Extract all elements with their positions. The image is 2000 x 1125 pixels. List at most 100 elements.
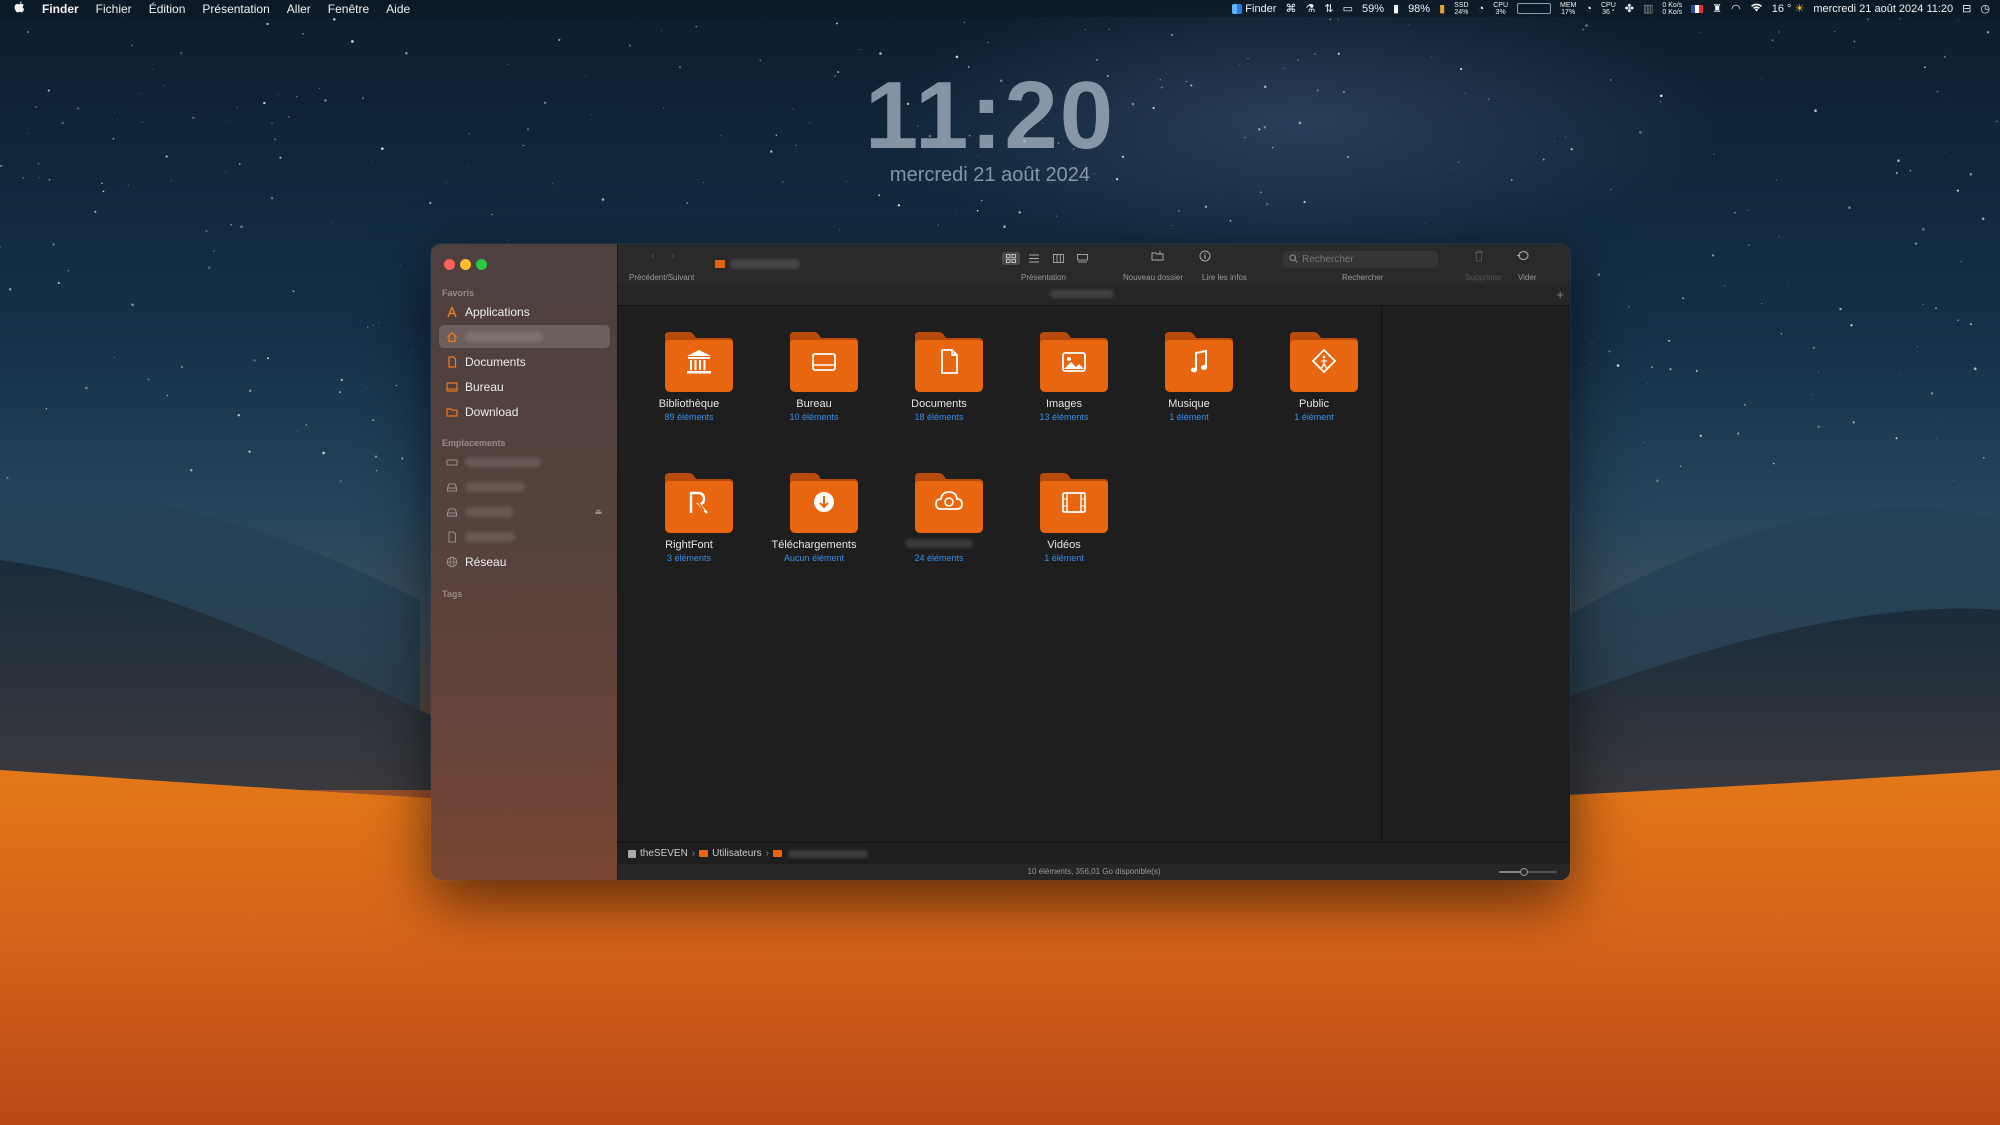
folder-item[interactable]: Images 13 éléments xyxy=(1004,330,1124,440)
users-folder-icon xyxy=(699,850,709,857)
trash-icon[interactable] xyxy=(1474,250,1484,265)
active-app-indicator[interactable]: Finder xyxy=(1232,3,1276,15)
menu-view[interactable]: Présentation xyxy=(202,2,269,16)
gallery-view-button[interactable] xyxy=(1073,252,1091,265)
mouse-battery-icon: ▮ xyxy=(1393,3,1400,15)
flask-icon[interactable]: ⚗ xyxy=(1305,2,1315,15)
folder-name: Images xyxy=(1045,398,1083,410)
desktop-icon xyxy=(790,332,858,392)
menu-help[interactable]: Aide xyxy=(386,2,410,16)
info-icon[interactable] xyxy=(1199,250,1211,265)
minimize-button[interactable] xyxy=(460,259,471,270)
download-icon xyxy=(790,473,858,533)
sidebar-item-home[interactable] xyxy=(439,325,610,348)
redacted-path-user[interactable] xyxy=(787,849,868,858)
transfer-icon[interactable]: ⇅ xyxy=(1324,2,1333,15)
search-field[interactable]: Rechercher xyxy=(1283,251,1438,268)
menu-file[interactable]: Fichier xyxy=(96,2,132,16)
forward-icon[interactable]: › xyxy=(671,250,675,262)
battery1-value[interactable]: 59% xyxy=(1362,3,1384,15)
path-separator: › xyxy=(691,848,696,859)
eject-icon[interactable]: ⏏ xyxy=(594,507,602,516)
sidebar-item-applications[interactable]: Applications xyxy=(439,300,610,323)
back-forward-label: Précédent/Suivant xyxy=(629,273,695,282)
folder-item[interactable]: Téléchargements Aucun élément xyxy=(754,471,874,581)
sidebar-item-network[interactable]: Réseau xyxy=(439,550,610,573)
weather-widget[interactable]: 16 ° ☀ xyxy=(1772,2,1805,16)
sidebar-item-documents[interactable]: Documents xyxy=(439,350,610,373)
folder-item[interactable]: 24 éléments xyxy=(879,471,999,581)
card-icon[interactable]: ▭ xyxy=(1343,2,1353,15)
path-users[interactable]: Utilisateurs xyxy=(712,848,761,859)
menu-edit[interactable]: Édition xyxy=(149,2,186,16)
ssd-stat[interactable]: SSD 24% xyxy=(1454,2,1468,16)
airdrop-icon[interactable]: ◠ xyxy=(1731,2,1741,15)
path-root[interactable]: theSEVEN xyxy=(640,848,688,859)
video-icon xyxy=(1040,473,1108,533)
sidebar-location-2[interactable] xyxy=(439,475,610,498)
icon-size-slider[interactable] xyxy=(1498,868,1558,876)
menu-bar: Finder Fichier Édition Présentation Alle… xyxy=(0,0,2000,17)
public-icon xyxy=(1290,332,1358,392)
sidebar-item-label: Documents xyxy=(465,354,526,369)
title-folder-icon xyxy=(715,260,725,268)
column-view-button[interactable] xyxy=(1049,252,1067,265)
folder-count: 18 éléments xyxy=(914,412,964,422)
folder-item[interactable]: Musique 1 élément xyxy=(1129,330,1249,440)
folder-item[interactable]: Bureau 10 éléments xyxy=(754,330,874,440)
new-folder-icon[interactable] xyxy=(1151,251,1164,264)
folder-item[interactable]: Public 1 élément xyxy=(1254,330,1374,440)
drive-icon xyxy=(446,456,458,468)
command-icon[interactable]: ⌘ xyxy=(1285,2,1296,15)
folder-count: 3 éléments xyxy=(666,553,712,563)
net-up: 0 Ko/s xyxy=(1662,1,1683,9)
path-separator: › xyxy=(765,848,769,859)
toolbar: ‹ › Précédent/Suivant Présentation Nouve… xyxy=(618,244,1570,284)
network-stat[interactable]: 0 Ko/s 0 Ko/s xyxy=(1662,2,1682,16)
menu-window[interactable]: Fenêtre xyxy=(328,2,369,16)
mem-stat[interactable]: MEM 17% xyxy=(1560,2,1576,16)
folder-item[interactable]: RightFont 3 éléments xyxy=(629,471,749,581)
folder-item[interactable]: Vidéos 1 élément xyxy=(1004,471,1124,581)
list-view-button[interactable] xyxy=(1025,252,1043,265)
menu-app-name[interactable]: Finder xyxy=(42,2,79,16)
search-input[interactable]: Rechercher xyxy=(1302,254,1354,265)
wifi-icon[interactable] xyxy=(1750,2,1763,15)
disk-icon xyxy=(446,506,458,518)
sidebar-item-download[interactable]: Download xyxy=(439,400,610,423)
cpu-graph-icon xyxy=(1517,3,1551,14)
menu-go[interactable]: Aller xyxy=(287,2,311,16)
fan-icon[interactable]: ✤ xyxy=(1625,2,1634,15)
sidebar-location-4[interactable] xyxy=(439,525,610,548)
mem-gauge-icon: ◔ xyxy=(1585,2,1592,15)
empty-trash-icon[interactable] xyxy=(1517,250,1530,264)
active-app-label: Finder xyxy=(1245,2,1277,15)
disk-icon xyxy=(446,481,458,493)
battery2-value[interactable]: 98% xyxy=(1408,3,1430,15)
menubar-datetime[interactable]: mercredi 21 août 2024 11:20 xyxy=(1813,3,1953,15)
sidebar-location-1[interactable] xyxy=(439,450,610,473)
folder-item[interactable]: Documents 18 éléments xyxy=(879,330,999,440)
clock-icon[interactable]: ◷ xyxy=(1980,2,1990,15)
close-button[interactable] xyxy=(444,259,455,270)
zoom-button[interactable] xyxy=(476,259,487,270)
info-label: Lire les infos xyxy=(1202,273,1247,282)
library-icon xyxy=(665,332,733,392)
add-tab-icon[interactable]: + xyxy=(1556,287,1564,302)
folder-count: 24 éléments xyxy=(914,553,964,563)
cpu-temp-stat[interactable]: CPU 36 ° xyxy=(1601,2,1616,16)
cpu-stat[interactable]: CPU 3% xyxy=(1493,2,1508,16)
apple-menu-icon[interactable] xyxy=(14,1,25,16)
sidebar-item-desktop[interactable]: Bureau xyxy=(439,375,610,398)
control-center-icon[interactable]: ⊟ xyxy=(1962,2,1971,15)
back-icon[interactable]: ‹ xyxy=(651,250,655,262)
lamp-icon[interactable]: ♜ xyxy=(1712,2,1722,15)
document-icon xyxy=(446,531,458,543)
mem-label: MEM xyxy=(1560,1,1577,9)
french-flag-icon[interactable] xyxy=(1691,4,1704,13)
sidebar-location-3[interactable]: ⏏ xyxy=(439,500,610,523)
folder-item[interactable]: Bibliothèque 89 éléments xyxy=(629,330,749,440)
sidebar-item-label: Réseau xyxy=(465,554,507,569)
icon-view-button[interactable] xyxy=(1002,252,1020,265)
ssd-label: SSD xyxy=(1454,1,1469,9)
